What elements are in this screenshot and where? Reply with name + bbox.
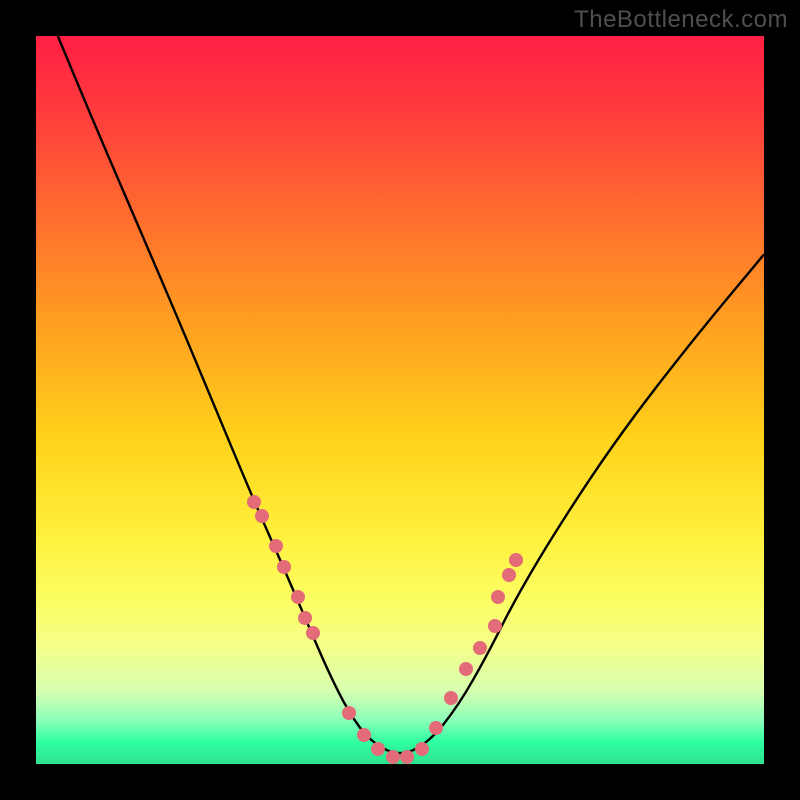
watermark-text: TheBottleneck.com	[574, 6, 788, 34]
chart-stage: TheBottleneck.com	[0, 0, 800, 800]
sample-dot	[491, 590, 505, 604]
sample-dot	[255, 509, 269, 523]
sample-dot	[444, 691, 458, 705]
sample-dot	[247, 495, 261, 509]
sample-dot	[488, 619, 502, 633]
curve-svg	[36, 36, 764, 764]
sample-dot	[306, 626, 320, 640]
sample-dot	[269, 539, 283, 553]
sample-dot	[291, 590, 305, 604]
sample-dot	[357, 728, 371, 742]
sample-dot	[473, 641, 487, 655]
sample-dot	[459, 662, 473, 676]
sample-dot	[371, 742, 385, 756]
sample-dot	[415, 742, 429, 756]
sample-dot	[277, 560, 291, 574]
plot-area	[36, 36, 764, 764]
sample-dot	[386, 750, 400, 764]
sample-dot	[342, 706, 356, 720]
sample-dot	[509, 553, 523, 567]
sample-dot	[429, 721, 443, 735]
bottleneck-curve	[58, 36, 764, 753]
sample-dot	[400, 750, 414, 764]
sample-dot	[298, 611, 312, 625]
sample-dot	[502, 568, 516, 582]
